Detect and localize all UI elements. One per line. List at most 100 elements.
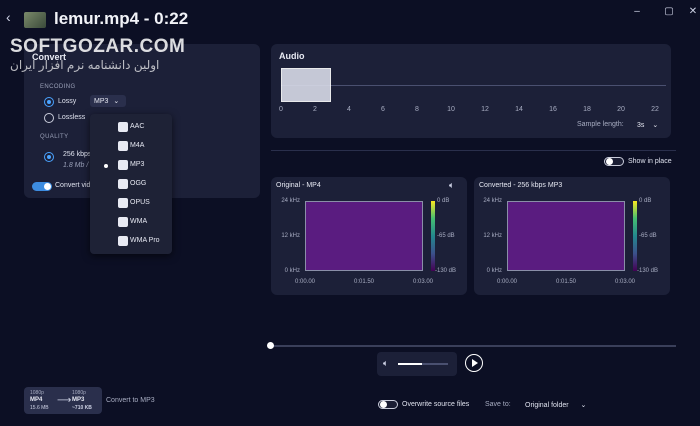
scrubber-handle[interactable]	[267, 342, 274, 349]
original-x-label-end: 0:03.00	[412, 279, 434, 285]
playback-scrubber[interactable]	[270, 345, 676, 347]
to-format: MP3	[72, 397, 85, 403]
format-option-label: WMA	[130, 218, 148, 225]
converted-x-label-start: 0:00.00	[496, 279, 518, 285]
original-x-label-start: 0:00.00	[294, 279, 316, 285]
m4a-icon	[118, 141, 128, 151]
title-bar: ‹ lemur.mp4 - 0:22 – ▢ ✕	[0, 0, 700, 36]
original-y-label-mid: 12 kHz	[281, 233, 300, 239]
save-to-select[interactable]: Original folder ⌄	[525, 401, 586, 409]
timeline-tick-label: 6	[381, 106, 385, 113]
audio-title: Audio	[279, 51, 305, 61]
opus-icon	[118, 198, 128, 208]
back-arrow-icon[interactable]: ‹	[6, 10, 16, 24]
converted-db-bottom: -130 dB	[637, 268, 659, 274]
close-button[interactable]: ✕	[686, 6, 700, 18]
lossy-radio[interactable]	[44, 97, 54, 107]
converted-title: Converted - 256 kbps MP3	[479, 182, 563, 189]
minimize-button[interactable]: –	[630, 6, 644, 18]
to-size: ~710 KB	[72, 405, 92, 411]
format-option-wma[interactable]: WMA	[90, 213, 172, 232]
timeline-tick-label: 14	[515, 106, 523, 113]
sample-length-select[interactable]: 3s ⌄	[637, 121, 658, 129]
format-option-label: WMA Pro	[130, 237, 160, 244]
original-db-mid: -65 dB	[437, 233, 455, 239]
original-spectrogram	[305, 201, 423, 271]
format-option-mp3[interactable]: MP3	[90, 156, 172, 175]
converted-x-label-mid: 0:01.50	[555, 279, 577, 285]
format-dropdown-menu: AAC M4A MP3 OGG OPUS WMA WMA Pro	[90, 114, 172, 254]
ogg-icon	[118, 179, 128, 189]
original-color-bar	[431, 201, 435, 271]
timeline-tick-label: 0	[279, 106, 283, 113]
format-option-m4a[interactable]: M4A	[90, 137, 172, 156]
chevron-down-icon: ⌄	[652, 122, 659, 129]
play-button[interactable]	[465, 354, 483, 372]
window-title: lemur.mp4 - 0:22	[54, 9, 189, 28]
original-y-label-top: 24 kHz	[281, 198, 300, 204]
converted-x-label-end: 0:03.00	[614, 279, 636, 285]
maximize-button[interactable]: ▢	[662, 6, 676, 18]
timeline-tick-label: 16	[549, 106, 557, 113]
timeline-axis	[281, 85, 666, 86]
format-option-ogg[interactable]: OGG	[90, 175, 172, 194]
volume-icon[interactable]: 🔈︎	[383, 358, 388, 369]
mp3-icon	[118, 160, 128, 170]
watermark-logo: SOFTGOZAR.COM	[10, 36, 186, 57]
watermark-tagline: اولین دانشنامه نرم افزار ایران	[10, 58, 160, 72]
from-size: 15.6 MB	[30, 405, 49, 411]
chevron-down-icon: ⌄	[580, 402, 587, 409]
format-option-aac[interactable]: AAC	[90, 118, 172, 137]
conversion-summary: 1080p MP4 15.6 MB ⟶ 1080p MP3 ~710 KB	[24, 387, 102, 414]
converted-y-label-top: 24 kHz	[483, 198, 502, 204]
show-in-place-label: Show in place	[628, 158, 672, 165]
quality-label: QUALITY	[40, 134, 69, 140]
timeline-tick-label: 10	[447, 106, 455, 113]
converted-spectrogram	[507, 201, 625, 271]
lossless-label: Lossless	[58, 114, 86, 121]
format-option-label: AAC	[130, 123, 145, 130]
speaker-icon[interactable]: 🔈︎	[449, 180, 454, 191]
sample-length-value: 3s	[637, 122, 645, 129]
overwrite-toggle[interactable]	[378, 400, 398, 409]
format-option-wma-pro[interactable]: WMA Pro	[90, 232, 172, 251]
timeline-tick-label: 20	[617, 106, 625, 113]
converted-y-label-bottom: 0 kHz	[486, 268, 502, 274]
sample-length-label: Sample length:	[577, 121, 624, 128]
save-to-label: Save to:	[485, 401, 511, 408]
format-option-opus[interactable]: OPUS	[90, 194, 172, 213]
timeline-tick-label: 22	[651, 106, 659, 113]
divider	[271, 150, 676, 151]
original-y-label-bottom: 0 kHz	[284, 268, 300, 274]
video-thumbnail	[24, 12, 46, 28]
converted-y-label-mid: 12 kHz	[483, 233, 502, 239]
format-option-label: MP3	[130, 161, 145, 168]
arrow-right-icon: ⟶	[57, 395, 72, 406]
overwrite-label: Overwrite source files	[402, 401, 470, 408]
show-in-place-toggle[interactable]	[604, 157, 624, 166]
convert-video-label: Convert vid	[55, 182, 91, 189]
format-select-value: MP3	[94, 98, 109, 105]
lossless-radio[interactable]	[44, 113, 54, 123]
quality-size: 1.8 Mb /	[63, 162, 89, 169]
encoding-label: ENCODING	[40, 84, 76, 90]
convert-video-toggle[interactable]	[32, 182, 52, 191]
format-option-label: OPUS	[130, 199, 150, 206]
original-x-label-mid: 0:01.50	[353, 279, 375, 285]
format-select[interactable]: MP3 ⌄	[90, 95, 126, 107]
from-resolution: 1080p	[30, 390, 44, 396]
timeline-tick-label: 12	[481, 106, 489, 113]
original-db-bottom: -130 dB	[435, 268, 457, 274]
save-to-value: Original folder	[525, 402, 569, 409]
timeline-tick-label: 2	[313, 106, 317, 113]
converted-db-mid: -65 dB	[639, 233, 657, 239]
wma-icon	[118, 217, 128, 227]
timeline-tick-label: 18	[583, 106, 591, 113]
quality-radio[interactable]	[44, 152, 54, 162]
convert-to-label: Convert to MP3	[106, 397, 155, 404]
converted-color-bar	[633, 201, 637, 271]
timeline-tick-label: 8	[415, 106, 419, 113]
format-option-label: M4A	[130, 142, 145, 149]
sample-selection[interactable]	[281, 68, 331, 102]
to-resolution: 1080p	[72, 390, 86, 396]
